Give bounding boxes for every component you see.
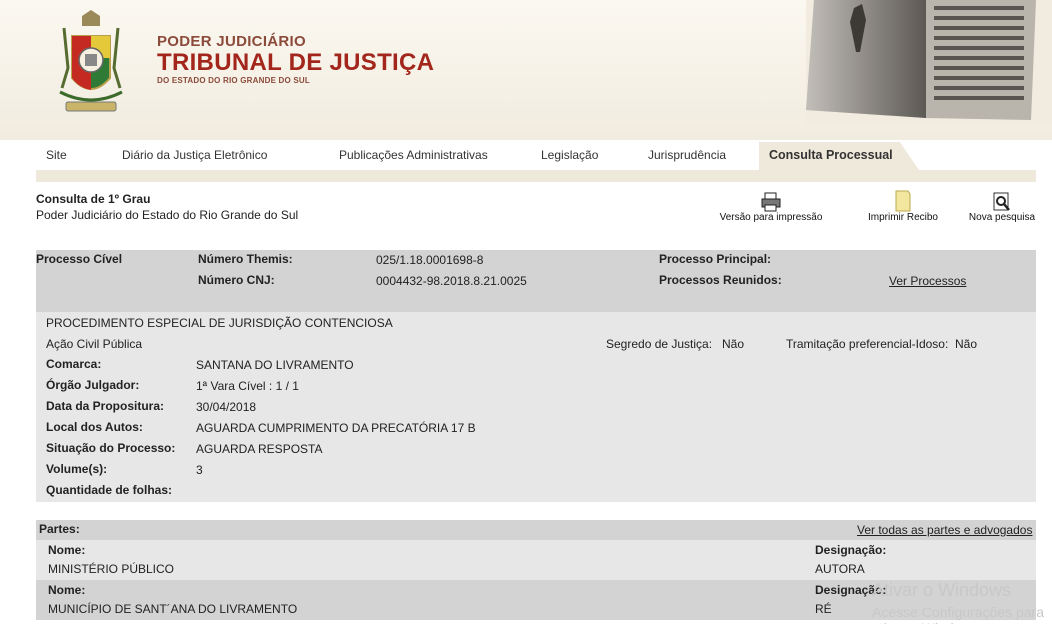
printer-icon bbox=[761, 192, 781, 212]
field-label: Volume(s): bbox=[46, 462, 108, 476]
windows-activation-watermark: Ativar o Windows bbox=[872, 580, 1012, 600]
tramitacao-label: Tramitação preferencial-Idoso: bbox=[786, 337, 949, 351]
process-header-box: Processo Cível Número Themis: 025/1.18.0… bbox=[36, 250, 1036, 312]
partes-title: Partes: bbox=[39, 522, 80, 536]
consulta-title: Consulta de 1º Grau bbox=[36, 192, 151, 206]
field-value: 3 bbox=[196, 463, 203, 477]
tabbar-strip bbox=[36, 170, 1036, 182]
coat-of-arms-logo bbox=[59, 10, 123, 112]
receipt-icon bbox=[895, 190, 911, 212]
print-receipt-button[interactable]: Imprimir Recibo bbox=[862, 190, 944, 223]
tab-site[interactable]: Site bbox=[36, 142, 112, 170]
tab-jurisprudencia[interactable]: Jurisprudência bbox=[638, 142, 758, 170]
field-value: 1ª Vara Cível : 1 / 1 bbox=[196, 379, 299, 393]
themis-label: Número Themis: bbox=[198, 252, 293, 266]
courthouse-photo bbox=[806, 0, 1052, 124]
action-text: Ação Civil Pública bbox=[46, 337, 143, 351]
site-header: PODER JUDICIÁRIO TRIBUNAL DE JUSTIÇA DO … bbox=[0, 0, 1052, 140]
brand-line-1: PODER JUDICIÁRIO bbox=[157, 33, 306, 50]
themis-value: 025/1.18.0001698-8 bbox=[376, 253, 484, 267]
magnifier-icon bbox=[993, 192, 1010, 211]
print-receipt-label: Imprimir Recibo bbox=[867, 212, 938, 223]
field-label: Data da Propositura: bbox=[46, 399, 165, 413]
segredo-value: Não bbox=[722, 337, 745, 351]
field-label: Comarca: bbox=[46, 357, 102, 371]
name-label: Nome: bbox=[48, 543, 86, 557]
consulta-header: Consulta de 1º Grau Poder Judiciário do … bbox=[36, 192, 298, 222]
party-name: MINISTÉRIO PÚBLICO bbox=[48, 562, 175, 576]
cnj-label: Número CNJ: bbox=[198, 273, 275, 287]
brand-line-2: TRIBUNAL DE JUSTIÇA bbox=[157, 49, 435, 76]
party-designation: RÉ bbox=[815, 602, 832, 616]
field-value: SANTANA DO LIVRAMENTO bbox=[196, 358, 354, 372]
ver-todas-partes-link[interactable]: Ver todas as partes e advogados bbox=[857, 523, 1032, 537]
windows-activation-subtext: Acesse Configurações para ativar o Windo… bbox=[872, 604, 1044, 624]
print-version-label: Versão para impressão bbox=[719, 212, 823, 223]
field-value: AGUARDA RESPOSTA bbox=[196, 442, 323, 456]
print-version-button[interactable]: Versão para impressão bbox=[718, 190, 824, 223]
new-search-label: Nova pesquisa bbox=[968, 212, 1036, 223]
tab-consulta-processual[interactable]: Consulta Processual bbox=[759, 142, 919, 170]
brand-block: PODER JUDICIÁRIO TRIBUNAL DE JUSTIÇA DO … bbox=[157, 33, 434, 85]
ver-processos-link[interactable]: Ver Processos bbox=[889, 274, 966, 288]
field-label: Órgão Julgador: bbox=[46, 378, 140, 392]
field-value: 30/04/2018 bbox=[196, 400, 257, 414]
field-label: Local dos Autos: bbox=[46, 420, 143, 434]
field-label: Quantidade de folhas: bbox=[46, 483, 173, 497]
party-name: MUNICÍPIO DE SANT´ANA DO LIVRAMENTO bbox=[48, 602, 298, 616]
main-tabs: Site Diário da Justiça Eletrônico Public… bbox=[0, 142, 1052, 170]
tab-diario[interactable]: Diário da Justiça Eletrônico bbox=[112, 142, 328, 170]
reunidos-label: Processos Reunidos: bbox=[659, 273, 782, 287]
process-details-box: PROCEDIMENTO ESPECIAL DE JURISDIÇÃO CONT… bbox=[36, 312, 1036, 502]
cnj-value: 0004432-98.2018.8.21.0025 bbox=[376, 274, 527, 288]
tab-legislacao[interactable]: Legislação bbox=[531, 142, 637, 170]
segredo-label: Segredo de Justiça: bbox=[606, 337, 713, 351]
procedure-text: PROCEDIMENTO ESPECIAL DE JURISDIÇÃO CONT… bbox=[46, 316, 393, 330]
tramitacao-value: Não bbox=[955, 337, 978, 351]
principal-label: Processo Principal: bbox=[659, 252, 772, 266]
table-row: Nome: Designação: MINISTÉRIO PÚBLICO AUT… bbox=[36, 540, 1036, 580]
partes-header: Partes: Ver todas as partes e advogados bbox=[36, 520, 1036, 540]
field-label: Situação do Processo: bbox=[46, 441, 176, 455]
tab-publicacoes[interactable]: Publicações Administrativas bbox=[329, 142, 530, 170]
process-type: Processo Cível bbox=[36, 252, 123, 266]
brand-line-3: DO ESTADO DO RIO GRANDE DO SUL bbox=[157, 76, 310, 85]
name-label: Nome: bbox=[48, 583, 86, 597]
party-designation: AUTORA bbox=[815, 562, 865, 576]
page: PODER JUDICIÁRIO TRIBUNAL DE JUSTIÇA DO … bbox=[0, 0, 1052, 624]
consulta-subtitle: Poder Judiciário do Estado do Rio Grande… bbox=[36, 208, 299, 222]
designation-label: Designação: bbox=[815, 543, 887, 557]
new-search-button[interactable]: Nova pesquisa bbox=[966, 190, 1038, 223]
field-value: AGUARDA CUMPRIMENTO DA PRECATÓRIA 17 B bbox=[196, 421, 476, 435]
